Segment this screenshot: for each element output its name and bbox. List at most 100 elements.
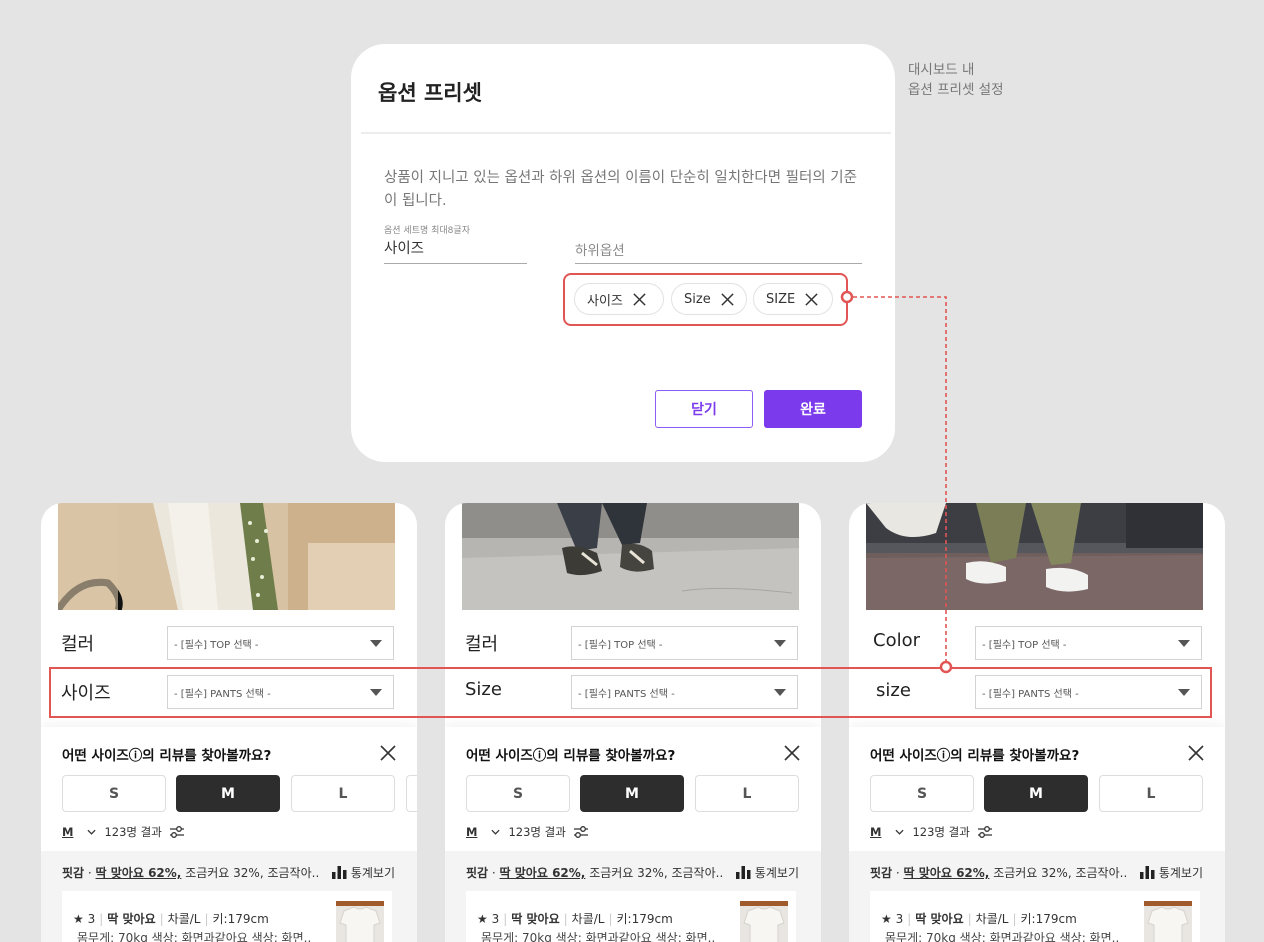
fit-label: 핏감 xyxy=(466,866,489,880)
fit-main: 딱 맞아요 62%, xyxy=(903,866,990,880)
result-count: 123명 결과 xyxy=(508,825,566,839)
option1-select[interactable]: - [필수] TOP 선택 - xyxy=(571,626,798,660)
fit-rest: 조금커요 32%, 조금작아.. xyxy=(589,866,724,880)
stats-label: 통계보기 xyxy=(754,866,799,880)
review-thumbnail[interactable] xyxy=(740,901,788,942)
result-count: 123명 결과 xyxy=(912,825,970,839)
review-finder-title: 어떤 사이즈ⓘ의 리뷰를 찾아볼까요? xyxy=(62,748,272,764)
filter-settings-icon[interactable] xyxy=(169,825,185,839)
modal-divider xyxy=(361,132,891,134)
review-height: 키:179cm xyxy=(212,912,269,926)
review-rating: ★ 3 xyxy=(881,912,904,926)
review-finder-title: 어떤 사이즈ⓘ의 리뷰를 찾아볼까요? xyxy=(870,748,1080,764)
chevron-down-icon xyxy=(370,640,382,647)
chevron-down-icon xyxy=(774,640,786,647)
review-color: 차콜/L xyxy=(167,912,201,926)
size-option-m[interactable]: M xyxy=(984,775,1088,812)
tag-highlight-box: 사이즈 Size SIZE xyxy=(563,273,848,326)
option1-select-value: - [필수] TOP 선택 - xyxy=(578,639,663,651)
bar-chart-icon xyxy=(331,866,347,879)
size-option-l[interactable]: L xyxy=(1099,775,1203,812)
size-option-more[interactable] xyxy=(406,775,417,812)
product-image xyxy=(866,503,1203,610)
product-card: 컬러 - [필수] TOP 선택 - 사이즈 - [필수] PANTS 선택 -… xyxy=(41,503,417,942)
review-item[interactable]: ★ 3 | 딱 맞아요 | 차콜/L | 키:179cm 몸무게: 70kg 색상: 화면과… xyxy=(870,891,1200,942)
result-count: 123명 결과 xyxy=(104,825,162,839)
set-name-label: 옵션 세트명 최대8글자 xyxy=(384,226,470,236)
review-rating: ★ 3 xyxy=(477,912,500,926)
filter-settings-icon[interactable] xyxy=(977,825,993,839)
review-filter-bar: M 123명 결과 xyxy=(62,824,185,840)
fit-label: 핏감 xyxy=(62,866,85,880)
size-filter-value[interactable]: M xyxy=(870,825,881,839)
filter-settings-icon[interactable] xyxy=(573,825,589,839)
remove-tag-icon[interactable] xyxy=(720,292,735,307)
option-tag: 사이즈 xyxy=(574,283,664,315)
size-option-s[interactable]: S xyxy=(62,775,166,812)
annotation-line: 옵션 프리셋 설정 xyxy=(908,82,1004,98)
option-tag-label: 사이즈 xyxy=(587,293,623,309)
size-filter-value[interactable]: M xyxy=(466,825,477,839)
review-item[interactable]: ★ 3 | 딱 맞아요 | 차콜/L | 키:179cm 몸무게: 70kg 색상: 화면과… xyxy=(466,891,796,942)
stats-link[interactable]: 통계보기 xyxy=(1139,864,1203,881)
review-detail: 몸무게: 70kg 색상: 화면과같아요 색상: 화면.. xyxy=(481,931,716,942)
review-height: 키:179cm xyxy=(1020,912,1077,926)
review-rating: ★ 3 xyxy=(73,912,96,926)
option1-select-value: - [필수] TOP 선택 - xyxy=(982,639,1067,651)
chevron-down-icon[interactable] xyxy=(491,829,500,835)
stats-label: 통계보기 xyxy=(350,866,395,880)
option1-select[interactable]: - [필수] TOP 선택 - xyxy=(167,626,394,660)
chevron-down-icon[interactable] xyxy=(87,829,96,835)
annotation-note: 대시보드 내 옵션 프리셋 설정 xyxy=(908,60,1004,100)
stats-link[interactable]: 통계보기 xyxy=(331,864,395,881)
review-fit: 딱 맞아요 xyxy=(107,912,156,926)
fit-label: 핏감 xyxy=(870,866,893,880)
product-image xyxy=(462,503,799,610)
review-summary-band: 핏감 · 딱 맞아요 62%, 조금커요 32%, 조금작아.. 통계보기 ★ … xyxy=(41,851,417,942)
size-option-m[interactable]: M xyxy=(176,775,280,812)
option1-label: 컬러 xyxy=(61,634,95,655)
review-thumbnail[interactable] xyxy=(336,901,384,942)
sub-option-input[interactable] xyxy=(575,238,862,264)
close-icon[interactable] xyxy=(1188,745,1204,761)
product-image xyxy=(58,503,395,610)
close-icon[interactable] xyxy=(380,745,396,761)
review-fit: 딱 맞아요 xyxy=(511,912,560,926)
review-summary-band: 핏감 · 딱 맞아요 62%, 조금커요 32%, 조금작아.. 통계보기 ★ … xyxy=(445,851,821,942)
set-name-input[interactable]: 사이즈 xyxy=(384,237,527,264)
product-card: Color - [필수] TOP 선택 - size - [필수] PANTS … xyxy=(849,503,1225,942)
close-button[interactable]: 닫기 xyxy=(655,390,753,428)
modal-description: 상품이 지니고 있는 옵션과 하위 옵션의 이름이 단순히 일치한다면 필터의 … xyxy=(384,170,857,209)
done-button[interactable]: 완료 xyxy=(764,390,862,428)
annotation-line: 대시보드 내 xyxy=(908,62,975,78)
option1-select[interactable]: - [필수] TOP 선택 - xyxy=(975,626,1202,660)
size-option-m[interactable]: M xyxy=(580,775,684,812)
review-filter-bar: M 123명 결과 xyxy=(870,824,993,840)
option1-label: 컬러 xyxy=(465,634,499,655)
fit-rest: 조금커요 32%, 조금작아.. xyxy=(185,866,320,880)
stats-link[interactable]: 통계보기 xyxy=(735,864,799,881)
size-option-l[interactable]: L xyxy=(291,775,395,812)
review-thumbnail[interactable] xyxy=(1144,901,1192,942)
chevron-down-icon[interactable] xyxy=(895,829,904,835)
option-tag-label: SIZE xyxy=(766,291,796,307)
review-item[interactable]: ★ 3 | 딱 맞아요 | 차콜/L | 키:179cm 몸무게: 70kg 색상: 화면과… xyxy=(62,891,392,942)
remove-tag-icon[interactable] xyxy=(632,292,647,307)
size-option-s[interactable]: S xyxy=(466,775,570,812)
bar-chart-icon xyxy=(1139,866,1155,879)
product-card: 컬러 - [필수] TOP 선택 - Size - [필수] PANTS 선택 … xyxy=(445,503,821,942)
size-option-s[interactable]: S xyxy=(870,775,974,812)
option1-select-value: - [필수] TOP 선택 - xyxy=(174,639,259,651)
review-fit: 딱 맞아요 xyxy=(915,912,964,926)
fit-summary: 핏감 · 딱 맞아요 62%, 조금커요 32%, 조금작아.. xyxy=(62,866,320,880)
fit-main: 딱 맞아요 62%, xyxy=(95,866,182,880)
review-color: 차콜/L xyxy=(571,912,605,926)
size-filter-value[interactable]: M xyxy=(62,825,73,839)
modal-title: 옵션 프리셋 xyxy=(378,81,482,105)
review-meta: ★ 3 | 딱 맞아요 | 차콜/L | 키:179cm xyxy=(881,912,1077,926)
close-icon[interactable] xyxy=(784,745,800,761)
option-preset-modal: 옵션 프리셋 상품이 지니고 있는 옵션과 하위 옵션의 이름이 단순히 일치한… xyxy=(351,44,895,462)
size-option-l[interactable]: L xyxy=(695,775,799,812)
review-meta: ★ 3 | 딱 맞아요 | 차콜/L | 키:179cm xyxy=(73,912,269,926)
remove-tag-icon[interactable] xyxy=(804,292,819,307)
